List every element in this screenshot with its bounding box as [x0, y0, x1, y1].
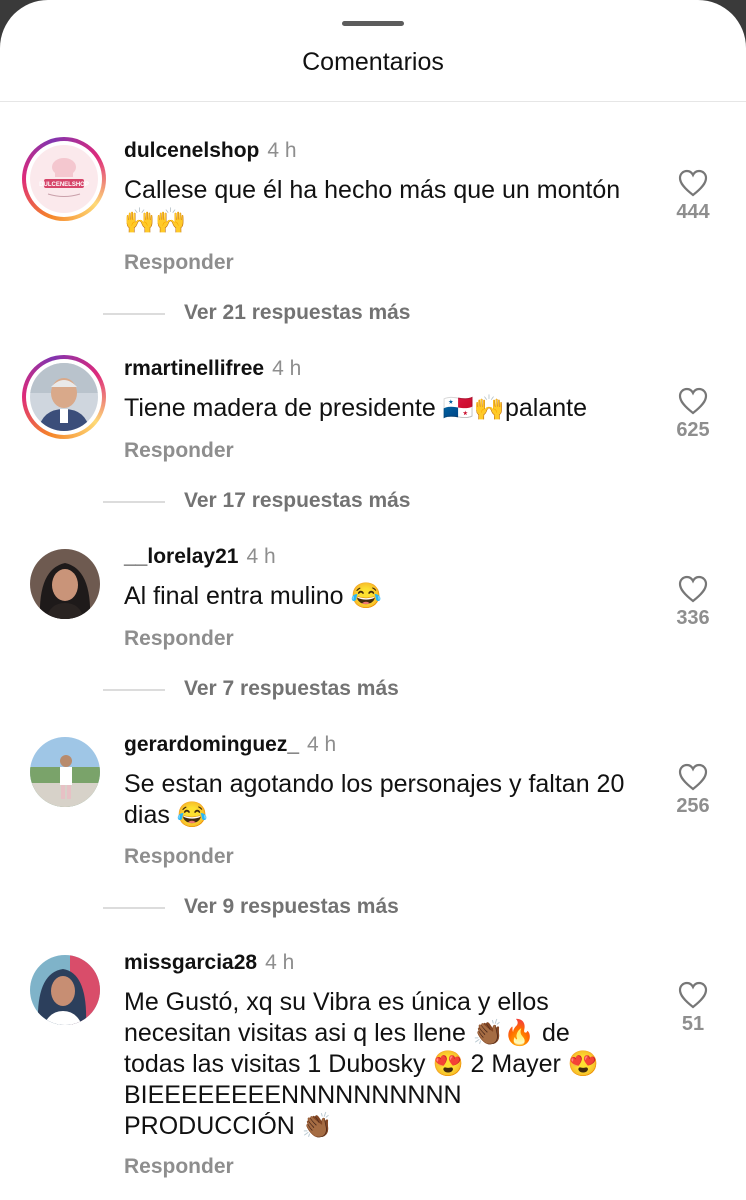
- avatar[interactable]: [22, 355, 106, 439]
- view-more-replies[interactable]: Ver 9 respuestas más: [0, 893, 746, 923]
- view-more-replies-label[interactable]: Ver 9 respuestas más: [184, 895, 399, 919]
- like-count: 256: [676, 795, 710, 817]
- reply-button[interactable]: Responder: [124, 845, 234, 869]
- like-count: 444: [676, 201, 710, 223]
- replies-line: [103, 313, 165, 315]
- avatar[interactable]: DULCENELSHOP: [22, 137, 106, 221]
- comment-meta: gerardominguez_ 4 h: [124, 733, 336, 757]
- replies-line: [103, 689, 165, 691]
- comment-text: Callese que él ha hecho más que un montó…: [124, 176, 621, 235]
- username-link[interactable]: dulcenelshop: [124, 139, 259, 162]
- like-button[interactable]: 444: [664, 169, 722, 224]
- heart-icon: [678, 575, 708, 603]
- view-more-replies[interactable]: Ver 17 respuestas más: [0, 487, 746, 517]
- reply-button[interactable]: Responder: [124, 627, 234, 651]
- comment-text: Se estan agotando los personajes y falta…: [124, 770, 625, 829]
- timestamp: 4 h: [307, 733, 337, 756]
- heart-icon: [678, 763, 708, 791]
- drag-handle[interactable]: [342, 21, 404, 26]
- profile-photo-icon: [30, 549, 100, 619]
- comment-meta: __lorelay21 4 h: [124, 545, 276, 569]
- reply-button[interactable]: Responder: [124, 439, 234, 463]
- heart-icon: [678, 387, 708, 415]
- view-more-replies[interactable]: Ver 7 respuestas más: [0, 675, 746, 705]
- username-link[interactable]: __lorelay21: [124, 545, 238, 568]
- like-button[interactable]: 256: [664, 763, 722, 818]
- comments-sheet: Comentarios DULCENELSHOP dulcenelshop4: [0, 0, 746, 1200]
- heart-icon: [678, 981, 708, 1009]
- view-more-replies-label[interactable]: Ver 21 respuestas más: [184, 301, 411, 325]
- avatar[interactable]: [30, 549, 100, 619]
- username-link[interactable]: gerardominguez_: [124, 733, 299, 756]
- like-button[interactable]: 336: [664, 575, 722, 630]
- comment-meta: rmartinellifree 4 h: [124, 357, 301, 381]
- profile-photo-icon: [30, 363, 98, 431]
- comment-text: Tiene madera de presidente 🇵🇦🙌palante: [124, 394, 587, 422]
- view-more-replies[interactable]: Ver 21 respuestas más: [0, 299, 746, 329]
- comment-text: Al final entra mulino 😂: [124, 582, 382, 610]
- timestamp: 4 h: [265, 951, 295, 974]
- comment-meta: dulcenelshop 4 h: [124, 139, 297, 163]
- svg-text:DULCENELSHOP: DULCENELSHOP: [39, 182, 89, 188]
- username-link[interactable]: rmartinellifree: [124, 357, 264, 380]
- heart-icon: [678, 169, 708, 197]
- replies-line: [103, 501, 165, 503]
- comment-meta: missgarcia28 4 h: [124, 951, 294, 975]
- like-button[interactable]: 625: [664, 387, 722, 442]
- view-more-replies-label[interactable]: Ver 7 respuestas más: [184, 677, 399, 701]
- sheet-title: Comentarios: [302, 48, 444, 76]
- header-divider: [0, 101, 746, 102]
- view-more-replies-label[interactable]: Ver 17 respuestas más: [184, 489, 411, 513]
- like-button[interactable]: 51: [664, 981, 722, 1036]
- like-count: 336: [676, 607, 710, 629]
- reply-button[interactable]: Responder: [124, 1155, 234, 1179]
- replies-line: [103, 907, 165, 909]
- bakery-logo-icon: DULCENELSHOP: [30, 145, 98, 213]
- timestamp: 4 h: [272, 357, 302, 380]
- profile-photo-icon: [30, 955, 100, 1025]
- like-count: 625: [676, 419, 710, 441]
- timestamp: 4 h: [246, 545, 276, 568]
- reply-button[interactable]: Responder: [124, 251, 234, 275]
- timestamp: 4 h: [267, 139, 297, 162]
- profile-photo-icon: [30, 737, 100, 807]
- comment-text: Me Gustó, xq su Vibra es única y ellos n…: [124, 988, 599, 1140]
- avatar[interactable]: [30, 737, 100, 807]
- avatar[interactable]: [30, 955, 100, 1025]
- like-count: 51: [681, 1013, 705, 1035]
- username-link[interactable]: missgarcia28: [124, 951, 257, 974]
